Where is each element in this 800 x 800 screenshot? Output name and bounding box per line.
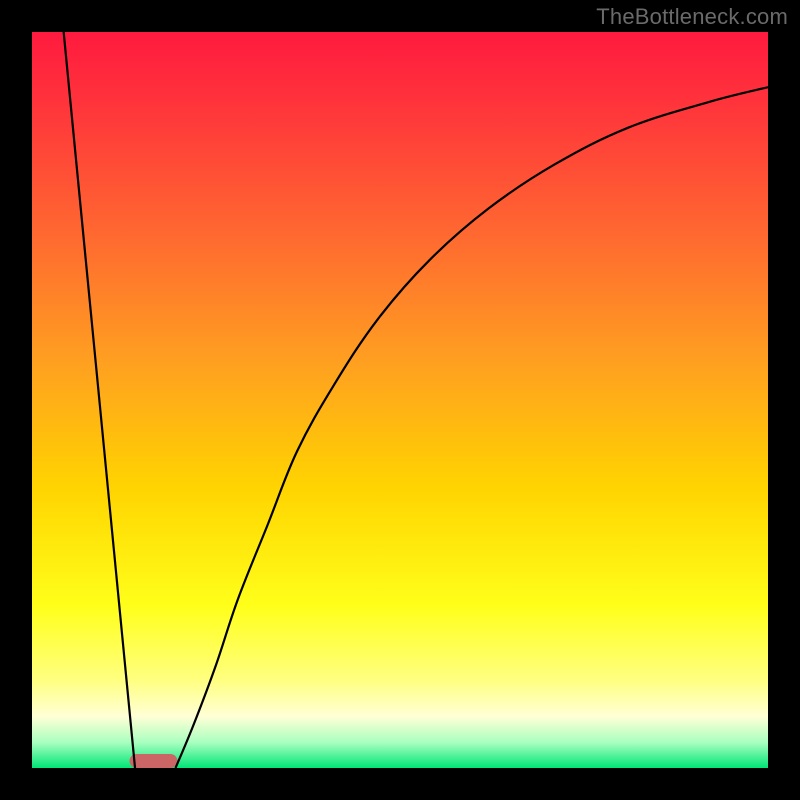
optimum-marker — [130, 754, 178, 768]
watermark-text: TheBottleneck.com — [596, 4, 788, 30]
bottleneck-chart — [0, 0, 800, 800]
plot-background — [32, 32, 768, 768]
chart-frame: TheBottleneck.com — [0, 0, 800, 800]
